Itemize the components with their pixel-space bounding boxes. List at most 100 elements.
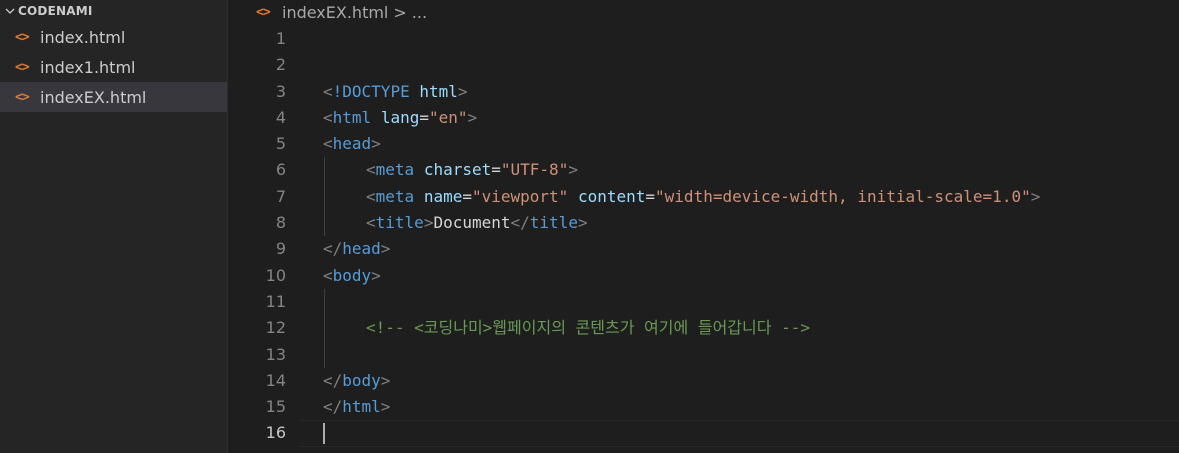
code-token: > <box>380 370 391 390</box>
code-token: "width=device-width, initial-scale=1.0" <box>655 186 1031 206</box>
code-token: charset <box>423 160 492 180</box>
code-text: </head> <box>323 236 390 262</box>
code-token: body <box>342 370 381 390</box>
line-number: 6 <box>275 160 286 180</box>
code-text: <title>Document</title> <box>366 210 588 236</box>
code-token: < <box>323 81 333 101</box>
code-text: </body> <box>323 368 390 394</box>
code-token: > <box>371 265 381 285</box>
line-number: 3 <box>275 81 286 101</box>
code-line[interactable]: 9 </head> <box>228 236 1179 262</box>
code-token: head <box>342 239 381 259</box>
code-token: title <box>375 213 424 233</box>
code-token: > <box>380 239 391 259</box>
file-name: index.html <box>40 27 126 47</box>
editor-pane[interactable]: <> indexEX.html > ... 1 2 3 <!DOCTYPE html>… <box>228 0 1179 453</box>
code-token: > <box>380 397 391 417</box>
code-token: = <box>491 160 501 180</box>
code-line[interactable]: 3 <!DOCTYPE html> <box>228 79 1179 105</box>
code-token: < <box>366 160 376 180</box>
code-line[interactable]: 5 <head> <box>228 131 1179 157</box>
code-token: > <box>423 213 434 233</box>
code-text: <html lang="en"> <box>323 105 477 131</box>
code-text: <meta name="viewport" content="width=dev… <box>366 184 1040 210</box>
text-cursor <box>323 423 325 445</box>
code-text: <head> <box>323 131 381 157</box>
code-line[interactable]: 4 <html lang="en"> <box>228 105 1179 131</box>
html-file-icon: <> <box>15 89 30 105</box>
code-line[interactable]: 6 <meta charset="UTF-8"> <box>228 157 1179 184</box>
explorer-sidebar: CODENAMI <> index.html <> index1.html <> inde… <box>0 0 228 453</box>
code-line[interactable]: 12 <!-- <코딩나미>웹페이지의 콘텐츠가 여기에 들어갑니다 --> <box>228 315 1179 342</box>
code-token: body <box>332 265 372 285</box>
breadcrumb-file[interactable]: indexEX.html <box>282 3 388 22</box>
code-token: "UTF-8" <box>500 160 569 180</box>
code-line[interactable]: 10 <body> <box>228 263 1179 289</box>
code-token: meta <box>375 160 415 180</box>
line-number: 1 <box>275 29 286 48</box>
indent-guide <box>324 210 325 237</box>
line-number: 15 <box>265 397 286 417</box>
code-area[interactable]: 1 2 3 <!DOCTYPE html> 4 <html lang="en"> 5 <hea… <box>228 26 1179 448</box>
code-text: <meta charset="UTF-8"> <box>366 157 578 183</box>
code-line[interactable]: 14 </body> <box>228 368 1179 394</box>
file-name: index1.html <box>40 57 136 77</box>
code-token: title <box>529 213 578 233</box>
file-item[interactable]: <> index.html <box>0 22 227 52</box>
code-token: meta <box>375 186 415 206</box>
indent-guide <box>324 157 325 184</box>
line-number: 11 <box>265 291 286 311</box>
code-token: </ <box>323 370 343 390</box>
code-line[interactable]: 2 <box>228 52 1179 78</box>
html-file-icon: <> <box>256 4 271 20</box>
code-token: </ <box>323 239 343 259</box>
indent-guide <box>324 315 325 342</box>
code-line[interactable]: 13 <box>228 341 1179 368</box>
code-token: > <box>1030 186 1041 206</box>
code-token: </ <box>323 397 343 417</box>
code-text: <!DOCTYPE html> <box>323 79 468 105</box>
line-number: 14 <box>265 370 286 390</box>
line-number: 9 <box>275 239 286 259</box>
folder-name: CODENAMI <box>18 4 93 18</box>
code-token: "en" <box>428 107 468 127</box>
line-number: 10 <box>265 265 286 285</box>
code-token: > <box>568 160 578 180</box>
code-token: </ <box>510 213 530 233</box>
code-token: > <box>457 81 468 101</box>
breadcrumb-more[interactable]: ... <box>412 3 427 22</box>
code-token: > <box>577 213 588 233</box>
code-token: name <box>423 186 463 206</box>
file-item[interactable]: <> indexEX.html <box>0 82 227 112</box>
code-line[interactable]: 8 <title>Document</title> <box>228 210 1179 237</box>
code-line[interactable]: 1 <box>228 26 1179 52</box>
line-number: 8 <box>275 213 286 233</box>
breadcrumb: <> indexEX.html > ... <box>228 0 1179 24</box>
code-line[interactable]: 7 <meta name="viewport" content="width=de… <box>228 183 1179 211</box>
line-number: 7 <box>275 186 286 206</box>
code-token: > <box>371 134 381 154</box>
code-token: "viewport" <box>471 186 569 206</box>
line-number: 16 <box>265 423 286 443</box>
code-token: lang <box>380 107 420 127</box>
code-line[interactable]: 16 <box>228 420 1179 448</box>
line-number: 4 <box>275 107 286 127</box>
code-token: < <box>366 186 376 206</box>
folder-header[interactable]: CODENAMI <box>0 0 227 22</box>
code-token: = <box>645 186 656 206</box>
chevron-down-icon[interactable] <box>2 5 18 17</box>
code-token: > <box>467 107 478 127</box>
indent-guide <box>324 341 325 368</box>
code-text: <!-- <코딩나미>웹페이지의 콘텐츠가 여기에 들어갑니다 --> <box>366 315 810 341</box>
file-list: <> index.html <> index1.html <> indexEX.html <box>0 22 227 112</box>
code-line[interactable]: 11 <box>228 288 1179 316</box>
code-token: < <box>323 134 333 154</box>
code-token: = <box>419 107 429 127</box>
code-line[interactable]: 15 </html> <box>228 394 1179 420</box>
file-item[interactable]: <> index1.html <box>0 52 227 82</box>
code-token: content <box>577 186 646 206</box>
